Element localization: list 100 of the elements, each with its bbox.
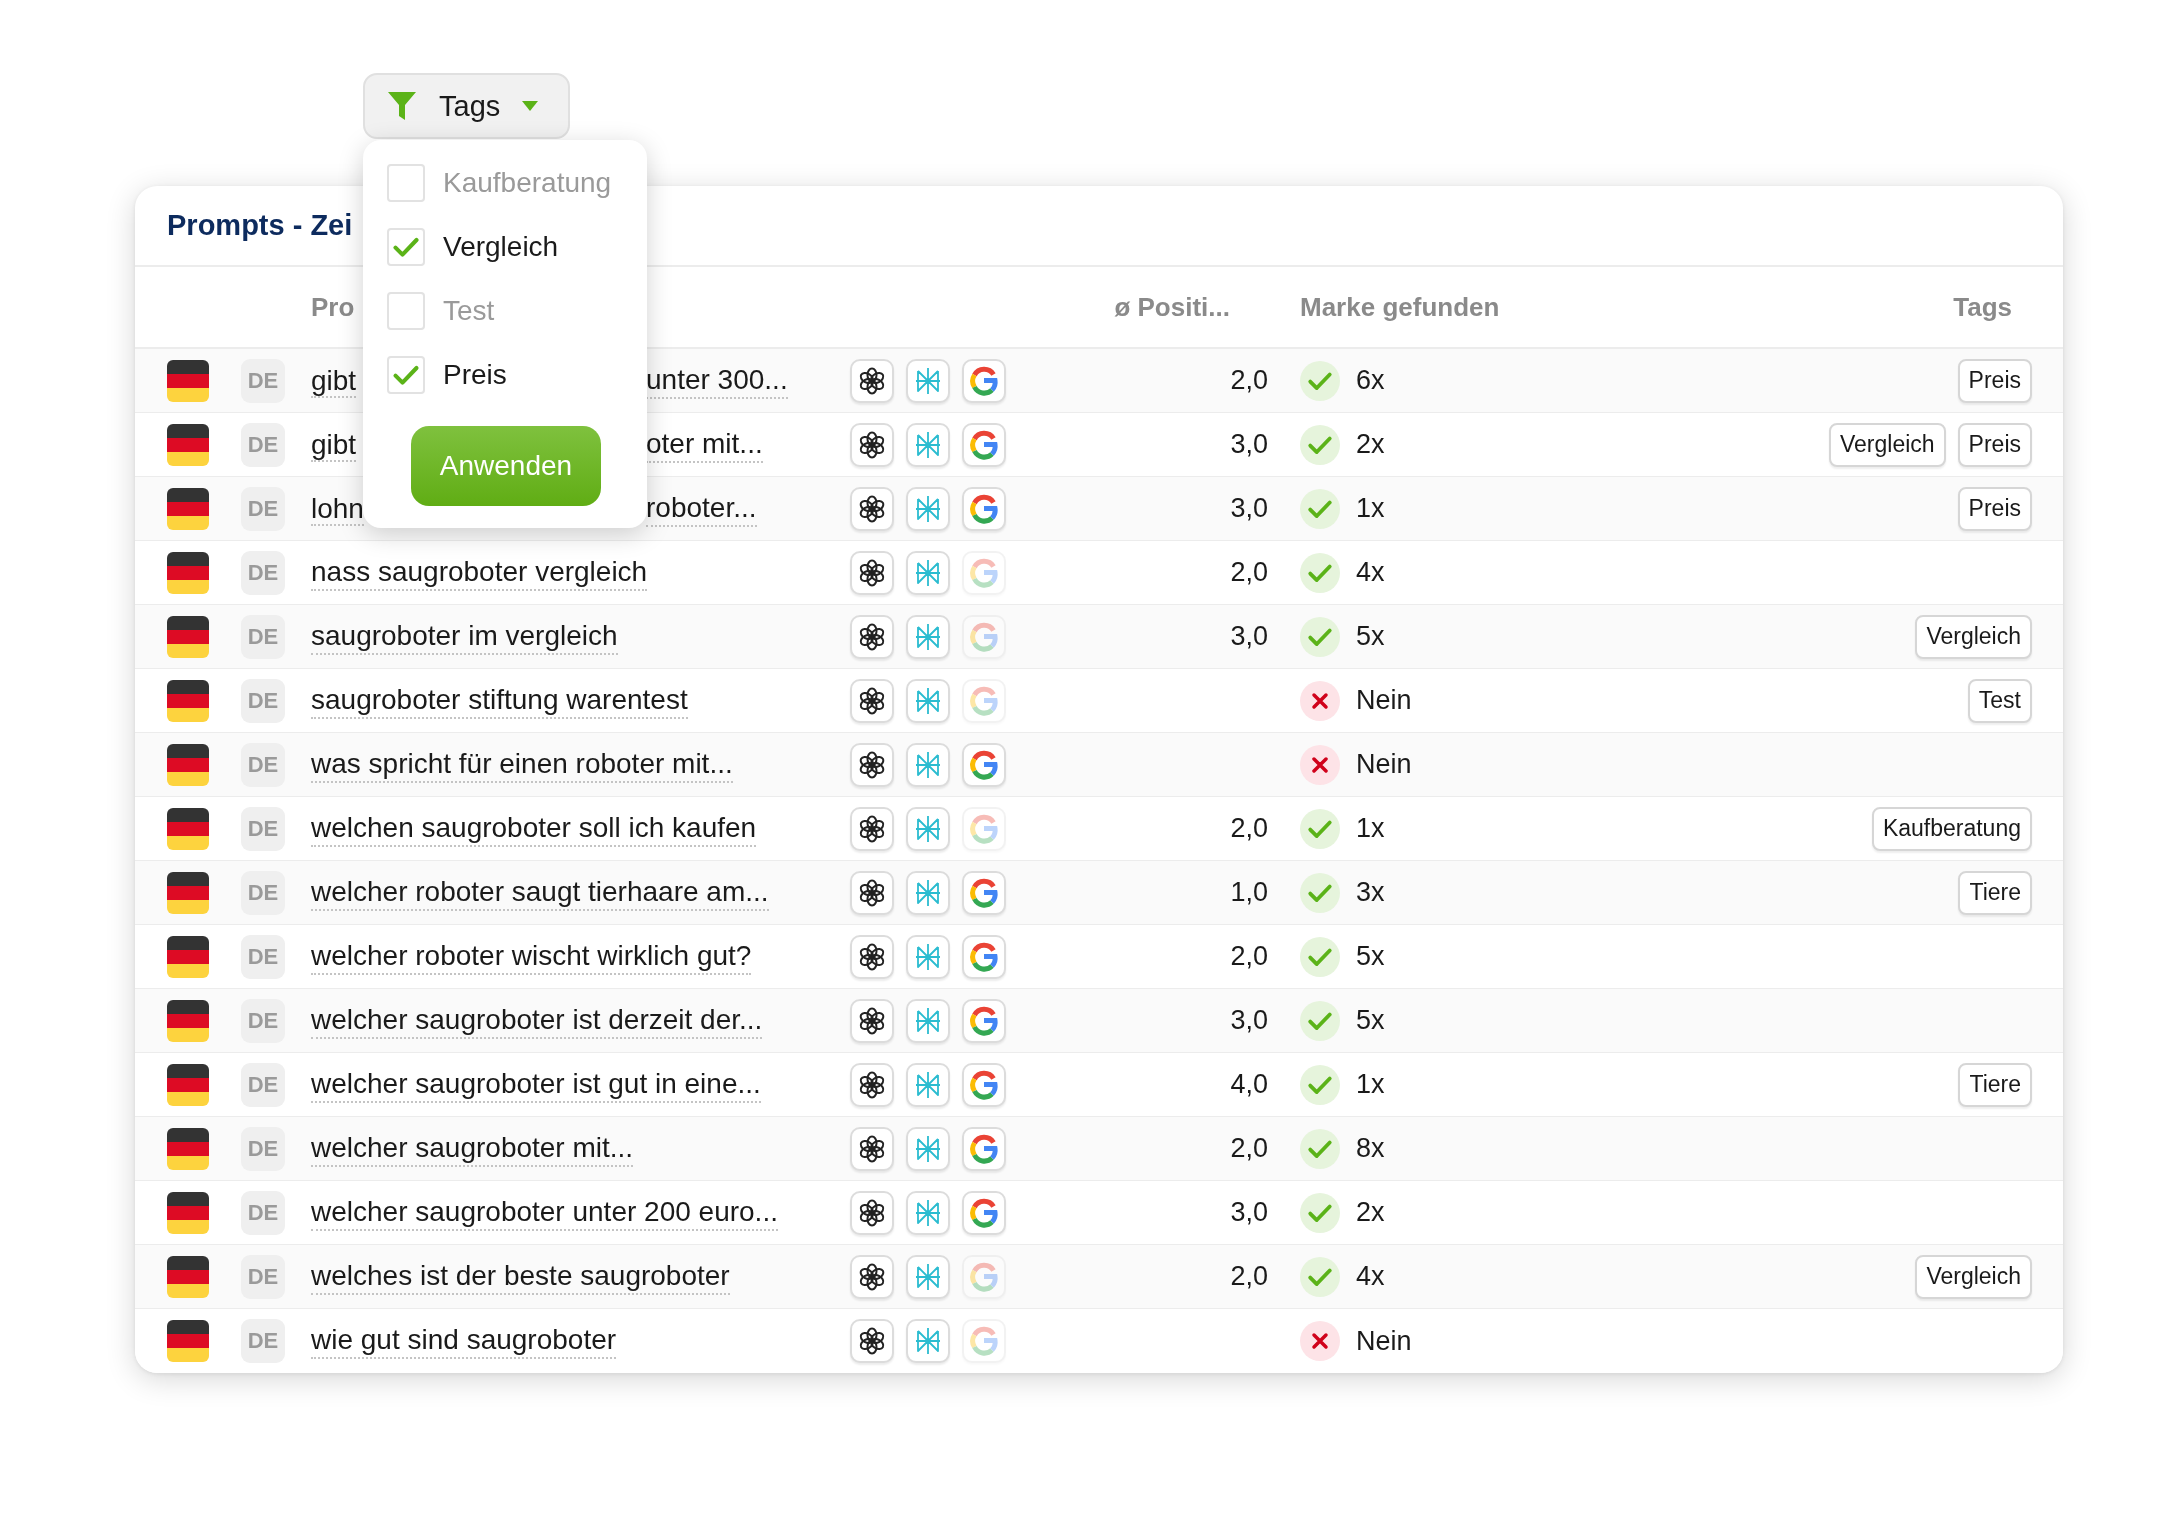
language-badge: DE	[241, 486, 285, 531]
position-value: 2,0	[1230, 557, 1268, 588]
model-button[interactable]	[850, 550, 894, 595]
model-button[interactable]	[850, 422, 894, 467]
g-logo-icon	[969, 1197, 999, 1228]
model-button[interactable]	[850, 742, 894, 787]
model-button[interactable]	[850, 1254, 894, 1299]
g-logo-icon	[969, 1069, 999, 1100]
tag-option[interactable]: Preis	[443, 359, 507, 391]
model-button[interactable]	[850, 358, 894, 403]
tag-chip: Test	[1967, 678, 2032, 723]
prompt-link[interactable]: gibt	[311, 364, 357, 398]
position-value: 3,0	[1230, 429, 1268, 460]
g-logo-icon	[969, 429, 999, 460]
model-button[interactable]	[850, 1062, 894, 1107]
flag-icon	[167, 1063, 209, 1106]
checkbox[interactable]	[387, 292, 425, 330]
flag-icon	[167, 935, 209, 978]
found-count: 6x	[1356, 365, 1385, 396]
flag-icon	[167, 679, 209, 722]
g-logo-icon	[969, 749, 999, 780]
g-logo-icon	[969, 493, 999, 524]
burst-icon	[913, 1197, 943, 1228]
flag-icon	[167, 743, 209, 786]
tag-chip: Tiere	[1958, 870, 2032, 915]
found-count: 2x	[1356, 429, 1385, 460]
model-button[interactable]	[850, 998, 894, 1043]
found-count: 5x	[1356, 941, 1385, 972]
caret-icon	[522, 101, 539, 111]
model-button[interactable]	[850, 1319, 894, 1363]
language-badge: DE	[241, 870, 285, 915]
flag-icon	[167, 1127, 209, 1170]
model-button[interactable]	[850, 934, 894, 979]
g-logo-icon	[969, 877, 999, 908]
found-count: 1x	[1356, 1069, 1385, 1100]
prompt-link[interactable]: welcher roboter wischt wirklich gut?	[311, 938, 752, 975]
language-badge: DE	[241, 1126, 285, 1171]
tag-chip: Vergleich	[1828, 422, 1946, 467]
knot-icon	[857, 621, 887, 652]
language-badge: DE	[241, 1319, 285, 1363]
checkbox[interactable]	[387, 356, 425, 394]
language-badge: DE	[241, 806, 285, 851]
found-count: 4x	[1356, 1261, 1385, 1292]
burst-icon	[913, 685, 943, 716]
prompt-link[interactable]: welcher saugroboter mit...	[311, 1130, 634, 1167]
model-button[interactable]	[850, 1126, 894, 1171]
prompt-link[interactable]: welcher saugroboter ist derzeit der...	[311, 1002, 763, 1039]
model-button[interactable]	[850, 870, 894, 915]
found-count: Nein	[1356, 749, 1412, 780]
knot-icon	[857, 429, 887, 460]
model-button[interactable]	[850, 614, 894, 659]
burst-icon	[913, 365, 943, 396]
checkbox[interactable]	[387, 228, 425, 266]
knot-icon	[857, 813, 887, 844]
found-count: Nein	[1356, 1325, 1412, 1357]
knot-icon	[857, 365, 887, 396]
found-count: 5x	[1356, 1005, 1385, 1036]
position-value: 4,0	[1230, 1069, 1268, 1100]
prompt-link[interactable]: wie gut sind saugroboter	[311, 1323, 617, 1359]
model-button[interactable]	[850, 1190, 894, 1235]
model-button[interactable]	[850, 486, 894, 531]
knot-icon	[857, 941, 887, 972]
burst-icon	[913, 1069, 943, 1100]
column-header: Marke gefunden	[1300, 291, 1500, 323]
knot-icon	[857, 1069, 887, 1100]
tag-chip: Vergleich	[1915, 614, 2032, 659]
prompt-link[interactable]: gibt	[311, 428, 357, 462]
tag-chip: Vergleich	[1915, 1254, 2032, 1299]
prompt-link[interactable]: was spricht für einen roboter mit...	[311, 746, 733, 783]
knot-icon	[857, 493, 887, 524]
position-value: 1,0	[1230, 877, 1268, 908]
column-header: Pro	[311, 291, 355, 323]
g-logo-icon	[969, 941, 999, 972]
prompt-link[interactable]: welches ist der beste saugroboter	[311, 1258, 730, 1295]
prompt-link[interactable]: welchen saugroboter soll ich kaufen	[311, 810, 757, 847]
checkbox[interactable]	[387, 164, 425, 202]
position-value: 3,0	[1230, 1005, 1268, 1036]
position-value: 3,0	[1230, 1197, 1268, 1228]
prompt-link[interactable]: nass saugroboter vergleich	[311, 554, 648, 591]
prompt-link[interactable]: welcher saugroboter unter 200 euro...	[311, 1194, 778, 1231]
burst-icon	[913, 429, 943, 460]
tag-chip: Preis	[1957, 486, 2032, 531]
flag-icon	[167, 1191, 209, 1234]
prompt-link[interactable]: welcher saugroboter ist gut in eine...	[311, 1066, 761, 1103]
prompt-link[interactable]: saugroboter stiftung warentest	[311, 682, 688, 719]
prompt-link[interactable]: welcher roboter saugt tierhaare am...	[311, 874, 769, 911]
position-value: 2,0	[1230, 365, 1268, 396]
tags-filter-button[interactable]: Tags	[363, 73, 570, 139]
tag-option[interactable]: Vergleich	[443, 231, 559, 263]
found-count: 2x	[1356, 1197, 1385, 1228]
found-count: 1x	[1356, 813, 1385, 844]
burst-icon	[913, 749, 943, 780]
burst-icon	[913, 557, 943, 588]
model-button[interactable]	[850, 806, 894, 851]
prompt-link[interactable]: saugroboter im vergleich	[311, 618, 618, 655]
knot-icon	[857, 1197, 887, 1228]
model-button[interactable]	[850, 678, 894, 723]
g-logo-icon	[969, 1133, 999, 1164]
column-header: Tags	[1953, 291, 2012, 323]
language-badge: DE	[241, 678, 285, 723]
